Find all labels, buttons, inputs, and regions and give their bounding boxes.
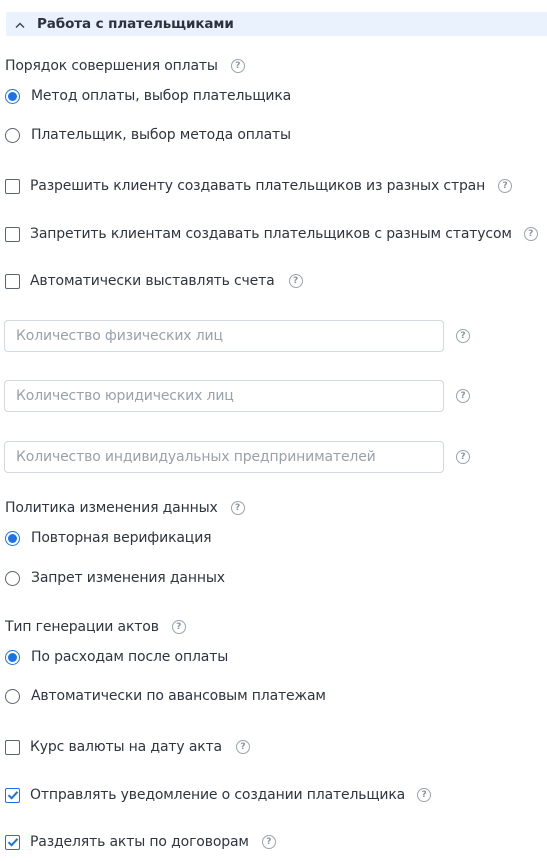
entrepreneurs-count-input[interactable] xyxy=(4,441,444,473)
checkbox[interactable] xyxy=(5,787,20,803)
checkbox[interactable] xyxy=(5,739,20,755)
check-icon xyxy=(7,838,18,847)
checkbox[interactable] xyxy=(5,273,20,289)
radio-option-method-first[interactable]: Метод оплаты, выбор плательщика xyxy=(5,88,291,104)
radio-label: По расходам после оплаты xyxy=(31,649,229,665)
radio-label: Запрет изменения данных xyxy=(31,570,225,586)
checkbox-label: Автоматически выставлять счета xyxy=(30,273,275,289)
checkbox-forbid-different-status[interactable]: Запретить клиентам создавать плательщико… xyxy=(5,226,538,242)
checkbox-split-acts-by-contract[interactable]: Разделять акты по договорам ? xyxy=(5,834,276,850)
help-icon[interactable]: ? xyxy=(230,501,245,515)
help-icon[interactable]: ? xyxy=(288,274,303,288)
checkbox-label: Запретить клиентам создавать плательщико… xyxy=(30,226,512,242)
act-generation-group-label: Тип генерации актов ? xyxy=(5,619,186,635)
act-generation-label: Тип генерации актов xyxy=(5,619,159,635)
radio-button[interactable] xyxy=(5,127,20,143)
checkbox[interactable] xyxy=(5,226,20,242)
checkbox[interactable] xyxy=(5,834,20,850)
radio-button[interactable] xyxy=(5,649,20,665)
section-title: Работа с плательщиками xyxy=(37,16,234,32)
radio-option-payer-first[interactable]: Плательщик, выбор метода оплаты xyxy=(5,127,291,143)
help-icon[interactable]: ? xyxy=(498,179,513,193)
help-icon[interactable]: ? xyxy=(456,329,470,343)
help-icon[interactable]: ? xyxy=(456,450,470,464)
help-icon[interactable]: ? xyxy=(523,227,538,241)
chevron-up-icon xyxy=(15,22,25,28)
radio-label: Метод оплаты, выбор плательщика xyxy=(31,88,292,104)
radio-button[interactable] xyxy=(5,530,20,546)
help-icon[interactable]: ? xyxy=(230,59,245,73)
checkbox-auto-invoice[interactable]: Автоматически выставлять счета ? xyxy=(5,273,303,289)
data-change-policy-group-label: Политика изменения данных ? xyxy=(5,500,245,516)
radio-button[interactable] xyxy=(5,688,20,704)
radio-button[interactable] xyxy=(5,88,20,104)
radio-label: Автоматически по авансовым платежам xyxy=(31,688,326,704)
checkbox-label: Разрешить клиенту создавать плательщиков… xyxy=(30,178,486,194)
help-icon[interactable]: ? xyxy=(171,620,186,634)
payment-order-group-label: Порядок совершения оплаты ? xyxy=(5,58,245,74)
checkbox[interactable] xyxy=(5,178,20,194)
checkbox-send-payer-notification[interactable]: Отправлять уведомление о создании плател… xyxy=(5,787,432,803)
radio-option-auto-advance[interactable]: Автоматически по авансовым платежам xyxy=(5,688,326,704)
individuals-count-input[interactable] xyxy=(4,320,444,352)
radio-label: Повторная верификация xyxy=(31,530,212,546)
checkbox-label: Отправлять уведомление о создании плател… xyxy=(30,787,406,803)
check-icon xyxy=(7,791,18,800)
checkbox-allow-multi-country[interactable]: Разрешить клиенту создавать плательщиков… xyxy=(5,178,513,194)
checkbox-exchange-rate-act-date[interactable]: Курс валюты на дату акта ? xyxy=(5,739,250,755)
section-header-payers[interactable]: Работа с плательщиками xyxy=(6,12,547,36)
radio-option-forbid-change[interactable]: Запрет изменения данных xyxy=(5,570,225,586)
legal-entities-count-input[interactable] xyxy=(4,380,444,412)
data-change-policy-label: Политика изменения данных xyxy=(5,500,218,516)
radio-button[interactable] xyxy=(5,570,20,586)
help-icon[interactable]: ? xyxy=(456,389,470,403)
checkbox-label: Разделять акты по договорам xyxy=(30,834,249,850)
help-icon[interactable]: ? xyxy=(235,740,250,754)
help-icon[interactable]: ? xyxy=(261,835,276,849)
checkbox-label: Курс валюты на дату акта xyxy=(30,739,222,755)
payment-order-label: Порядок совершения оплаты xyxy=(5,58,218,74)
help-icon[interactable]: ? xyxy=(417,788,432,802)
radio-option-by-expenses[interactable]: По расходам после оплаты xyxy=(5,649,228,665)
radio-label: Плательщик, выбор метода оплаты xyxy=(31,127,291,143)
radio-option-reverification[interactable]: Повторная верификация xyxy=(5,530,212,546)
